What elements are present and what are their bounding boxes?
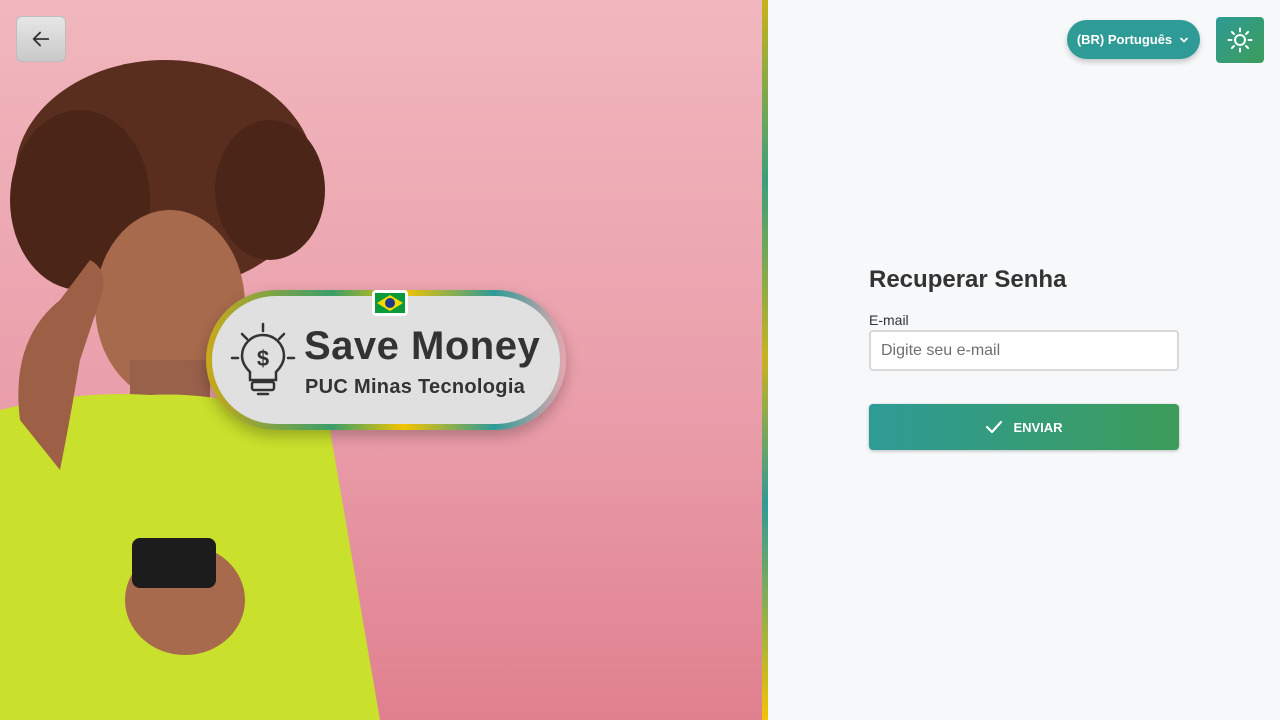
arrow-left-icon [32,31,50,47]
check-icon [986,420,1003,434]
brazil-flag-icon [372,290,408,316]
language-label: (BR) Português [1076,32,1173,47]
hero-panel: $ Save Money PUC Minas Tecnologia [0,0,762,720]
email-label: E-mail [869,312,909,328]
logo-title: Save Money [304,324,541,368]
recover-password-form: Recuperar Senha E-mail ENVIAR [869,266,1179,450]
chevron-down-icon [1180,37,1189,42]
sun-icon [1227,27,1253,53]
lightbulb-dollar-icon: $ [230,322,296,396]
submit-label: ENVIAR [1013,419,1063,435]
page-title: Recuperar Senha [869,266,1067,293]
logo-badge: $ Save Money PUC Minas Tecnologia [206,290,566,430]
email-field[interactable] [869,330,1179,371]
logo-subtitle: PUC Minas Tecnologia [305,376,526,398]
back-button[interactable] [16,16,66,62]
theme-toggle-button[interactable] [1216,17,1264,63]
divider-stripe [762,0,768,720]
language-selector[interactable]: (BR) Português [1067,20,1200,59]
submit-button[interactable]: ENVIAR [869,404,1179,450]
svg-text:$: $ [257,346,269,371]
